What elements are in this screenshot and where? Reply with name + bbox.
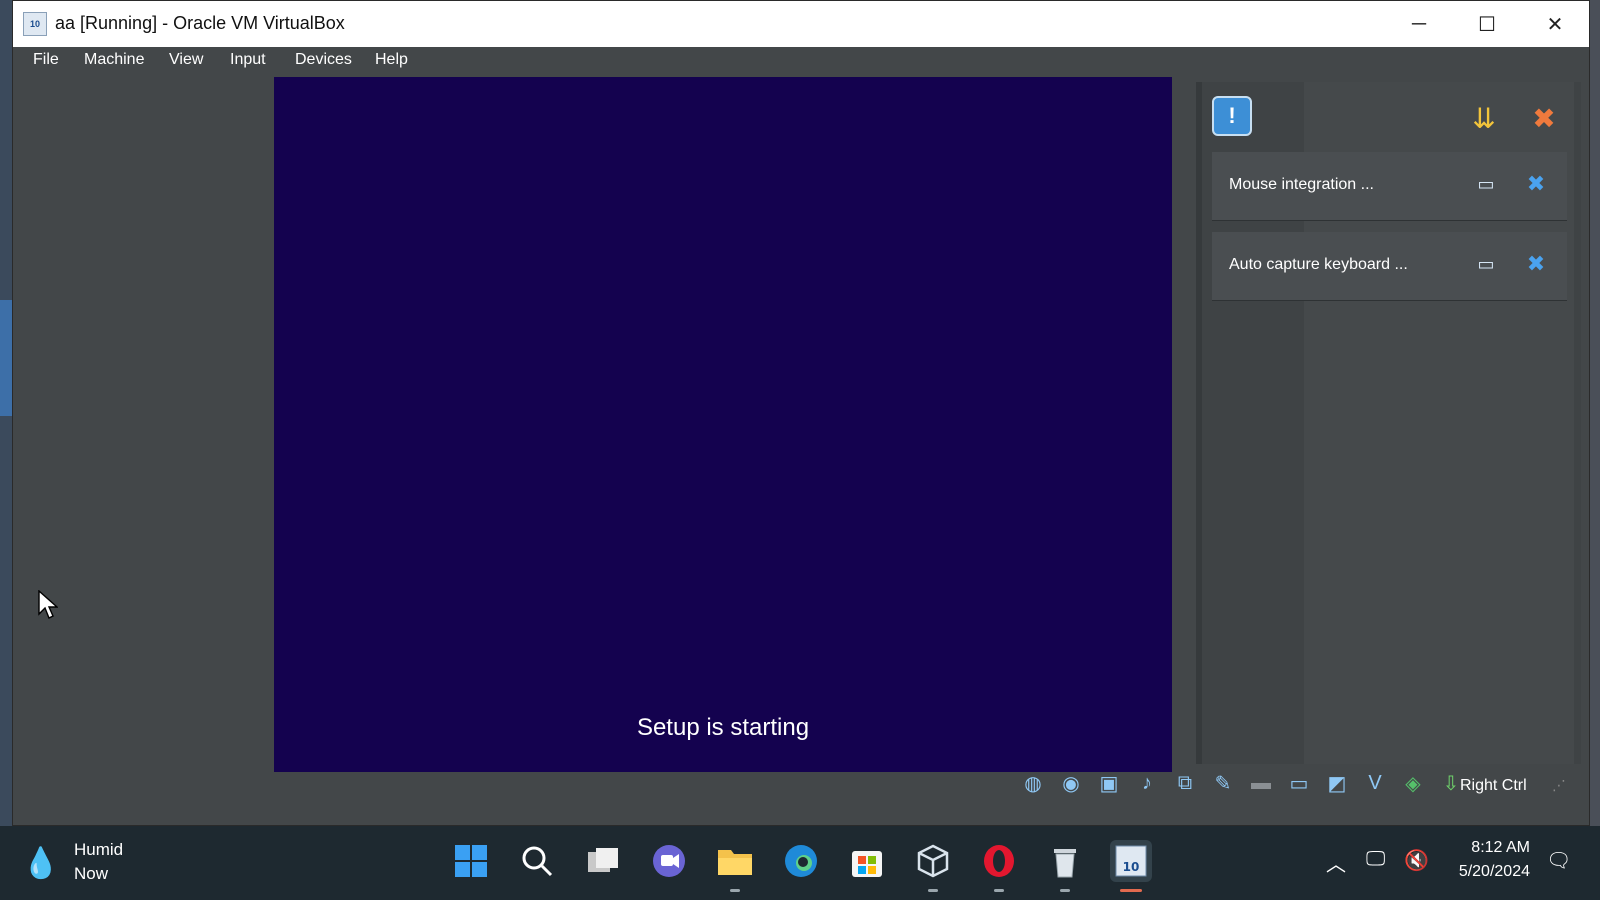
store-icon[interactable] xyxy=(846,840,888,882)
notification-text: Mouse integration ... xyxy=(1229,176,1374,193)
desktop-accent xyxy=(0,300,12,416)
svg-text:10: 10 xyxy=(1123,860,1140,874)
notifications-icon[interactable]: 🗨 xyxy=(1546,848,1571,873)
virtualbox-window: 10 aa [Running] - Oracle VM VirtualBox ─… xyxy=(12,0,1590,826)
file-explorer-icon[interactable] xyxy=(714,840,756,892)
close-button[interactable]: ✕ xyxy=(1521,1,1589,47)
maximize-button[interactable]: ☐ xyxy=(1453,1,1521,47)
shared-folder-icon[interactable]: ▬ xyxy=(1246,768,1276,798)
virtualbox-icon[interactable] xyxy=(912,840,954,892)
vm-window-icon[interactable]: 10 xyxy=(1110,840,1152,892)
clock-date: 5/20/2024 xyxy=(1458,863,1530,880)
minimize-button[interactable]: ─ xyxy=(1385,1,1453,47)
humidity-icon: 💧 xyxy=(22,847,60,880)
start-icon[interactable] xyxy=(450,840,492,882)
desktop-edge xyxy=(0,0,12,826)
floppy-icon[interactable]: ▣ xyxy=(1094,768,1124,798)
notification-text: Auto capture keyboard ... xyxy=(1229,256,1408,273)
clock-time: 8:12 AM xyxy=(1471,839,1530,856)
cpu-icon[interactable]: ◈ xyxy=(1398,768,1428,798)
menu-bar: File Machine View Input Devices Help xyxy=(13,47,1589,77)
taskbar: 💧 Humid Now 10 ︿ 🖵 🔇 8:12 AM 5/20/2024 🗨 xyxy=(0,826,1600,900)
notification-mouse-integration[interactable]: Mouse integration ... ▭ ✖ xyxy=(1212,152,1567,220)
host-key-label[interactable]: Right Ctrl xyxy=(1460,777,1527,795)
resize-grip[interactable]: ⋰ xyxy=(1552,777,1566,794)
network-tray-icon[interactable]: 🖵 xyxy=(1366,848,1385,871)
vm-content-area: Setup is starting ! ⇊ ✖ Mouse integratio… xyxy=(13,77,1589,817)
volume-muted-icon[interactable]: 🔇 xyxy=(1404,848,1429,873)
title-bar[interactable]: 10 aa [Running] - Oracle VM VirtualBox ─… xyxy=(13,1,1589,47)
opera-icon[interactable] xyxy=(978,840,1020,892)
chevron-up-icon[interactable]: ︿ xyxy=(1326,848,1346,877)
display-icon[interactable]: ▭ xyxy=(1284,768,1314,798)
edge-icon[interactable] xyxy=(780,840,822,882)
task-view-icon[interactable] xyxy=(582,840,624,882)
recycle-bin-icon[interactable] xyxy=(1044,840,1086,892)
close-all-icon[interactable]: ✖ xyxy=(1524,98,1564,138)
menu-file[interactable]: File xyxy=(33,51,59,69)
status-bar: ◍ ◉ ▣ ♪ ⧉ ✎ ▬ ▭ ◩ V ◈ ⇩ xyxy=(13,761,1589,807)
virtualization-icon[interactable]: V xyxy=(1360,768,1390,798)
sort-icon[interactable]: ⇊ xyxy=(1464,98,1504,138)
menu-input[interactable]: Input xyxy=(230,51,266,69)
vm-status-text: Setup is starting xyxy=(636,714,810,741)
weather-condition: Humid xyxy=(74,840,124,859)
notification-auto-capture-keyboard[interactable]: Auto capture keyboard ... ▭ ✖ xyxy=(1212,232,1567,300)
search-icon[interactable] xyxy=(516,840,558,882)
usb-icon[interactable]: ✎ xyxy=(1208,768,1238,798)
dismiss-icon[interactable]: ✖ xyxy=(1524,251,1548,276)
recording-icon[interactable]: ◩ xyxy=(1322,768,1352,798)
menu-view[interactable]: View xyxy=(169,51,203,69)
audio-icon[interactable]: ♪ xyxy=(1132,768,1162,798)
vm-display[interactable]: Setup is starting xyxy=(274,77,1172,772)
toggle-notification-icon[interactable]: ▭ xyxy=(1474,254,1498,276)
menu-help[interactable]: Help xyxy=(375,51,408,69)
chat-icon[interactable] xyxy=(648,840,690,882)
window-title: aa [Running] - Oracle VM VirtualBox xyxy=(55,13,345,33)
network-icon[interactable]: ⧉ xyxy=(1170,768,1200,798)
optical-drive-icon[interactable]: ◉ xyxy=(1056,768,1086,798)
weather-time: Now xyxy=(74,864,109,883)
notification-center: ! ⇊ ✖ Mouse integration ... ▭ ✖ Auto cap… xyxy=(1196,82,1581,764)
hard-disk-icon[interactable]: ◍ xyxy=(1018,768,1048,798)
dismiss-icon[interactable]: ✖ xyxy=(1524,171,1548,196)
toggle-notification-icon[interactable]: ▭ xyxy=(1474,174,1498,196)
menu-machine[interactable]: Machine xyxy=(84,51,144,69)
warning-icon[interactable]: ! xyxy=(1212,96,1252,136)
clock[interactable]: 8:12 AM 5/20/2024 xyxy=(1440,836,1530,884)
menu-devices[interactable]: Devices xyxy=(295,51,352,69)
virtualbox-app-icon[interactable]: 10 xyxy=(23,12,47,36)
